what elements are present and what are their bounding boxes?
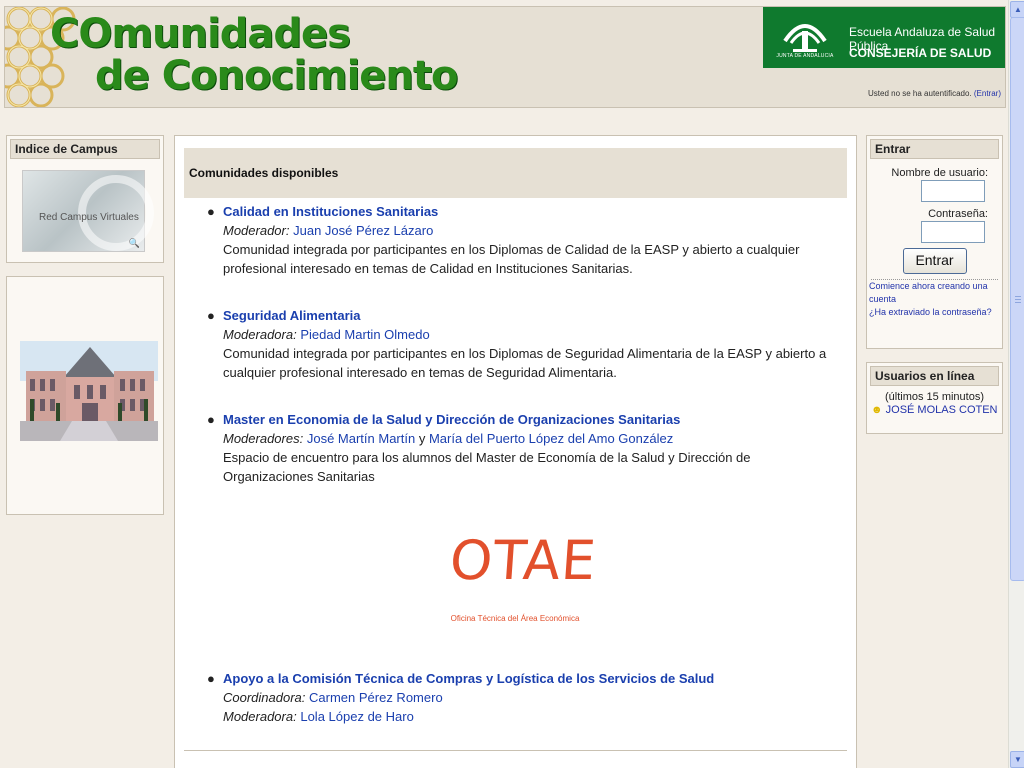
username-input[interactable] [921,180,985,202]
moderator-link[interactable]: Juan José Pérez Lázaro [293,223,433,238]
vertical-scrollbar[interactable]: ▲ ▼ [1008,0,1024,768]
bullet-icon: ● [207,204,215,219]
auth-status-text: Usted no se ha autentificado. [868,89,972,98]
magnifier-icon: 🔍 [128,238,140,248]
online-users-block: Usuarios en línea (últimos 15 minutos) ☻… [866,362,1003,434]
bullet-icon: ● [207,671,215,686]
main-content: Comunidades disponibles ● Calidad en Ins… [174,135,857,768]
moderator-link[interactable]: Lola López de Haro [300,709,413,724]
site-title: COmunidades de Conocimiento [50,13,458,97]
community-link[interactable]: Master en Economia de la Salud y Direcci… [223,412,680,427]
login-title: Entrar [870,139,999,159]
bullet-icon: ● [207,412,215,427]
otae-logo-text: OTAE [447,529,599,592]
communities-heading: Comunidades disponibles [189,166,339,180]
conjunction: y [418,431,426,446]
header-banner: COmunidades de Conocimiento JUNTA DE AND… [4,6,1006,108]
moderator-link[interactable]: María del Puerto López del Amo González [429,431,673,446]
scroll-up-arrow-icon[interactable]: ▲ [1010,1,1024,18]
password-label: Contraseña: [928,208,988,220]
community-role: Moderadora: [223,709,297,724]
community-role: Moderadores: [223,431,304,446]
community-role: Coordinadora: [223,690,306,705]
community-item: ● Apoyo a la Comisión Técnica de Compras… [207,669,843,726]
campus-image-text: Red Campus Virtuales [39,212,139,223]
online-users-title: Usuarios en línea [870,366,999,386]
site-title-line1: COmunidades [50,11,351,57]
org-logo-box[interactable]: JUNTA DE ANDALUCIA Escuela Andaluza de S… [763,7,1005,68]
otae-logo[interactable]: OTAE Oficina Técnica del Área Económica [447,529,599,629]
site-title-line2: de Conocimiento [95,53,458,99]
building-image [20,341,158,459]
community-role: Moderador: [223,223,290,238]
community-role: Moderadora: [223,327,297,342]
building-block [6,276,164,515]
bullet-icon: ● [207,308,215,323]
forgot-password-link[interactable]: ¿Ha extraviado la contraseña? [867,306,1002,319]
scrollbar-thumb[interactable] [1010,17,1024,581]
moderator-link[interactable]: José Martín Martín [307,431,415,446]
coordinator-link[interactable]: Carmen Pérez Romero [309,690,443,705]
org-logo-caption: JUNTA DE ANDALUCIA [776,53,834,59]
divider [184,750,847,751]
auth-status: Usted no se ha autentificado. (Entrar) [868,89,1001,98]
online-period: (últimos 15 minutos) [884,391,985,403]
community-description: Comunidad integrada por participantes en… [223,242,800,276]
moderator-link[interactable]: Piedad Martin Olmedo [300,327,429,342]
login-block: Entrar Nombre de usuario: Contraseña: En… [866,135,1003,349]
scroll-down-arrow-icon[interactable]: ▼ [1010,751,1024,768]
community-link[interactable]: Seguridad Alimentaria [223,308,361,323]
community-item: ● Calidad en Instituciones Sanitarias Mo… [207,202,843,278]
communities-header: Comunidades disponibles [184,148,847,198]
username-label: Nombre de usuario: [891,167,988,179]
page: COmunidades de Conocimiento JUNTA DE AND… [0,0,1008,768]
campus-index-title: Indice de Campus [10,139,160,159]
community-description: Espacio de encuentro para los alumnos de… [223,450,751,484]
org-department: CONSEJERÍA DE SALUD [849,46,992,60]
community-link[interactable]: Apoyo a la Comisión Técnica de Compras y… [223,671,714,686]
login-button[interactable]: Entrar [902,248,967,274]
online-user-link[interactable]: JOSÉ MOLAS COTEN [886,404,998,416]
otae-logo-caption: Oficina Técnica del Área Económica [450,614,580,623]
campus-index-block: Indice de Campus Red Campus Virtuales 🔍 [6,135,164,263]
create-account-link[interactable]: Comience ahora creando una cuenta [867,280,1002,306]
password-input[interactable] [921,221,985,243]
community-description: Comunidad integrada por participantes en… [223,346,827,380]
community-item: ● Seguridad Alimentaria Moderadora: Pied… [207,306,843,382]
community-item: ● Master en Economia de la Salud y Direc… [207,410,843,486]
community-link[interactable]: Calidad en Instituciones Sanitarias [223,204,438,219]
campus-virtuales-image[interactable]: Red Campus Virtuales 🔍 [22,170,154,252]
user-smiley-icon: ☻ [871,404,883,416]
online-user-row: ☻ JOSÉ MOLAS COTEN [867,404,1002,416]
login-link[interactable]: (Entrar) [974,89,1001,98]
